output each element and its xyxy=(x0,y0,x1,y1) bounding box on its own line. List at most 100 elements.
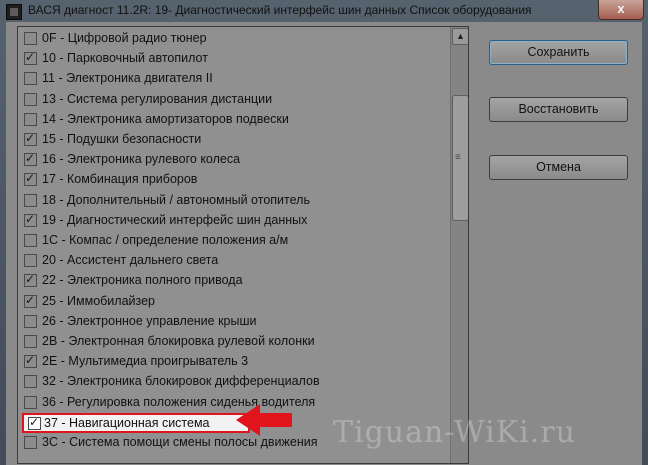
list-item-label: 37 - Навигационная система xyxy=(44,416,210,430)
list-item-checkbox[interactable] xyxy=(24,272,37,288)
list-item-checkbox[interactable] xyxy=(24,193,37,207)
list-item-code: 2E xyxy=(42,354,58,369)
list-item-code: 1C xyxy=(42,233,58,247)
equipment-list-window: ВАСЯ диагност 11.2R: 19- Диагностический… xyxy=(0,0,648,465)
list-item-code: 3C xyxy=(42,435,58,449)
list-item-text: Электронная блокировка рулевой колонки xyxy=(68,334,315,348)
list-item[interactable]: 20 - Ассистент дальнего света xyxy=(18,251,450,271)
list-item[interactable]: 1C - Компас / определение положения а/м xyxy=(18,231,450,251)
list-item[interactable]: 19 - Диагностический интерфейс шин данны… xyxy=(18,211,450,231)
list-item-separator: - xyxy=(57,334,69,348)
list-item-label: 32 - Электроника блокировок дифференциал… xyxy=(42,374,320,388)
list-item-checkbox[interactable] xyxy=(24,32,37,45)
list-item-checkbox[interactable] xyxy=(24,314,37,328)
list-item[interactable]: 26 - Электронное управление крыши xyxy=(18,312,450,332)
list-item-label: 11 - Электроника двигателя II xyxy=(42,71,213,85)
list-item[interactable]: 32 - Электроника блокировок дифференциал… xyxy=(18,372,450,392)
list-item-checkbox[interactable] xyxy=(24,375,37,389)
list-item[interactable]: 16 - Электроника рулевого колеса xyxy=(18,150,450,170)
cancel-button[interactable]: Отмена xyxy=(489,155,628,180)
list-item-separator: - xyxy=(54,71,67,86)
list-item-checkbox[interactable] xyxy=(24,395,37,409)
list-item-label: 17 - Комбинация приборов xyxy=(42,172,197,186)
list-item-checkbox[interactable] xyxy=(24,234,37,247)
list-item-checkbox[interactable] xyxy=(24,254,37,268)
list-item-checkbox[interactable] xyxy=(24,436,37,449)
list-item-separator: - xyxy=(55,212,68,227)
list-item[interactable]: 18 - Дополнительный / автономный отопите… xyxy=(18,191,450,211)
list-item-separator: - xyxy=(55,394,68,409)
scrollbar-thumb[interactable]: ≡ xyxy=(452,95,468,221)
list-item-checkbox[interactable] xyxy=(24,335,37,348)
list-item-text: Электроника амортизаторов подвески xyxy=(67,111,289,126)
list-item-label: 25 - Иммобилайзер xyxy=(42,294,155,308)
list-item-separator: - xyxy=(55,132,68,146)
list-item-checkbox[interactable] xyxy=(24,131,37,146)
list-item-text: Комбинация приборов xyxy=(67,172,198,187)
list-item-separator: - xyxy=(55,293,68,308)
list-item-separator: - xyxy=(55,152,68,167)
list-item-text: Электроника рулевого колеса xyxy=(67,152,241,167)
list-item[interactable]: 14 - Электроника амортизаторов подвески xyxy=(18,110,450,130)
list-item-code: 37 xyxy=(44,415,58,430)
list-item-separator: - xyxy=(57,435,70,449)
list-item-text: Электронное управление крыши xyxy=(67,313,257,328)
list-item[interactable]: 22 - Электроника полного привода xyxy=(18,271,450,291)
list-item-code: 17 xyxy=(42,172,56,187)
list-item-code: 19 xyxy=(42,212,56,227)
list-item[interactable]: 17 - Комбинация приборов xyxy=(18,170,450,190)
list-item[interactable]: 0F - Цифровой радио тюнер xyxy=(18,29,450,49)
list-item-label: 2E - Мультимедиа проигрыватель 3 xyxy=(42,354,248,368)
list-item-checkbox[interactable] xyxy=(24,92,37,106)
list-item[interactable]: 13 - Система регулирования дистанции xyxy=(18,90,450,110)
list-item-checkbox[interactable] xyxy=(24,293,37,308)
window-title: ВАСЯ диагност 11.2R: 19- Диагностический… xyxy=(28,3,532,17)
list-item-checkbox[interactable] xyxy=(24,112,37,126)
list-item-label: 0F - Цифровой радио тюнер xyxy=(42,31,207,45)
list-item-code: 15 xyxy=(42,132,56,146)
red-arrow-icon xyxy=(236,404,292,436)
list-item-label: 19 - Диагностический интерфейс шин данны… xyxy=(42,213,307,227)
list-item-separator: - xyxy=(55,51,68,66)
list-item-text: Цифровой радио тюнер xyxy=(67,31,207,45)
list-item-checkbox[interactable] xyxy=(24,212,37,227)
list-item-separator: - xyxy=(55,172,68,187)
list-item-text: Диагностический интерфейс шин данных xyxy=(67,212,308,227)
list-item[interactable]: 15 - Подушки безопасности xyxy=(18,130,450,150)
list-item-checkbox[interactable] xyxy=(24,151,37,167)
list-item-label: 16 - Электроника рулевого колеса xyxy=(42,152,240,166)
close-button[interactable]: x xyxy=(598,0,644,20)
list-item-checkbox[interactable] xyxy=(24,50,37,66)
list-item-code: 2B xyxy=(42,334,58,348)
list-item[interactable]: 10 - Парковочный автопилот xyxy=(18,49,450,69)
restore-button[interactable]: Восстановить xyxy=(489,97,628,122)
list-item-code: 16 xyxy=(42,152,56,167)
list-item[interactable]: 11 - Электроника двигателя II xyxy=(18,69,450,89)
list-item-label: 26 - Электронное управление крыши xyxy=(42,314,257,328)
list-item-text: Подушки безопасности xyxy=(67,132,202,146)
list-item-separator: - xyxy=(55,273,68,288)
list-item-checkbox[interactable] xyxy=(28,415,41,430)
equipment-list: 0F - Цифровой радио тюнер 10 - Парковочны… xyxy=(17,26,469,464)
list-item-text: Парковочный автопилот xyxy=(67,51,208,66)
list-item-code: 10 xyxy=(42,51,56,66)
list-item-checkbox[interactable] xyxy=(24,171,37,187)
list-item-label: 20 - Ассистент дальнего света xyxy=(42,253,218,267)
list-item-separator: - xyxy=(55,253,68,268)
list-item-text: Дополнительный / автономный отопитель xyxy=(67,192,310,207)
list-item-label: 18 - Дополнительный / автономный отопите… xyxy=(42,193,310,207)
list-item-code: 22 xyxy=(42,273,56,288)
list-item[interactable]: 2E - Мультимедиа проигрыватель 3 xyxy=(18,352,450,372)
list-item[interactable]: 2B - Электронная блокировка рулевой коло… xyxy=(18,332,450,352)
list-item-separator: - xyxy=(57,415,70,430)
list-item-text: Навигационная система xyxy=(69,415,210,430)
vertical-scrollbar[interactable]: ▲ ≡ xyxy=(450,27,468,463)
scroll-up-arrow-icon[interactable]: ▲ xyxy=(452,28,468,45)
save-button[interactable]: Сохранить xyxy=(489,40,628,65)
title-bar: ВАСЯ диагност 11.2R: 19- Диагностический… xyxy=(0,0,648,22)
list-item-checkbox[interactable] xyxy=(24,72,37,86)
list-item[interactable]: 25 - Иммобилайзер xyxy=(18,292,450,312)
list-item-text: Иммобилайзер xyxy=(67,293,156,308)
list-item[interactable]: 37 - Навигационная система xyxy=(22,412,250,433)
list-item-checkbox[interactable] xyxy=(24,353,37,369)
